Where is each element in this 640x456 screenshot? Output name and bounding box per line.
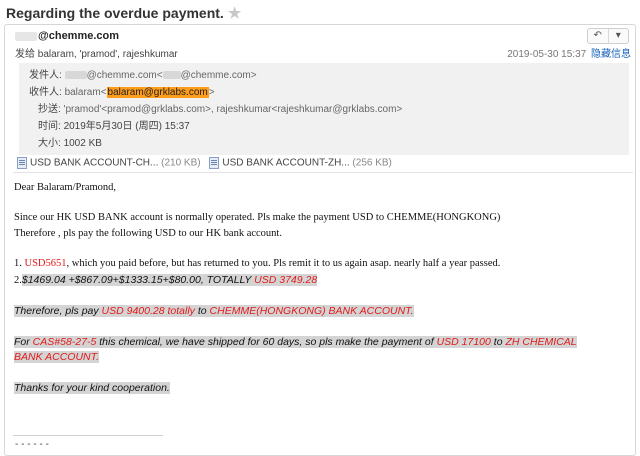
cas-number: CAS#58-27-5	[32, 336, 97, 348]
cc-value[interactable]: 'pramod'<pramod@grklabs.com>, rajeshkuma…	[64, 104, 403, 115]
email-card: @chemme.com ↶ ▾ 发给 balaram, 'pramod', ra…	[4, 24, 636, 456]
thanks-line: Thanks for your kind cooperation.	[14, 382, 170, 394]
cas-line: For CAS#58-27-5 this chemical, we have s…	[14, 336, 577, 348]
sender: @chemme.com	[15, 30, 119, 42]
signature-dots: - - - - - -	[15, 439, 49, 450]
redacted-name	[64, 71, 87, 80]
attachment-size: (256 KB)	[352, 157, 392, 169]
time-row: 时间: 2019年5月30日 (周四) 15:37	[38, 117, 190, 132]
attachment-size: (210 KB)	[161, 157, 201, 169]
document-icon	[17, 157, 27, 169]
bank-account: CHEMME(HONGKONG) BANK ACCOUNT.	[209, 305, 414, 317]
cc-row: 抄送: 'pramod'<pramod@grklabs.com>, rajesh…	[38, 100, 402, 115]
text-segment: to	[490, 336, 506, 348]
from-value-b[interactable]: @chemme.com>	[181, 70, 257, 81]
to-label: 收件人:	[29, 87, 62, 98]
list-item: 1. USD5651, which you paid before, but h…	[14, 258, 500, 269]
item-text: , which you paid before, but has returne…	[66, 258, 501, 269]
cc-label: 抄送:	[38, 104, 61, 115]
from-label: 发件人:	[29, 70, 62, 81]
item-calculation: $1469.04 +$867.09+$1333.15+$80.00, TOTAL…	[21, 274, 255, 286]
to-email[interactable]: balaram@grklabs.com	[106, 87, 209, 98]
size-value: 1002 KB	[63, 138, 102, 149]
cas-account: ZH CHEMICAL	[505, 336, 577, 348]
item-total: USD 3749.28	[254, 274, 318, 286]
subject-bar: Regarding the overdue payment. ★	[0, 0, 640, 24]
redacted-name	[15, 31, 37, 41]
header-details: 发件人: @chemme.com< @chemme.com> 收件人: balar…	[19, 63, 629, 155]
to-name: balaram<	[64, 87, 107, 98]
divider	[13, 172, 633, 173]
text-segment: to	[194, 305, 210, 317]
paragraph-line: Therefore , pls pay the following USD to…	[14, 228, 282, 239]
signature-divider	[13, 435, 163, 436]
item-text: $1469.04 +$867.09+$1333.15+$80.00, TOTAL…	[21, 274, 318, 286]
hide-info-link[interactable]: 隐藏信息	[591, 49, 631, 60]
payment-instruction: Therefore, pls pay USD 9400.28 totally t…	[14, 305, 414, 317]
from-value-a[interactable]: @chemme.com<	[87, 70, 163, 81]
star-icon[interactable]: ★	[228, 4, 241, 22]
greeting: Dear Balaram/Pramond,	[14, 182, 117, 193]
attachment-2[interactable]: USD BANK ACCOUNT-ZH... (256 KB)	[209, 157, 392, 169]
to-row: 收件人: balaram<balaram@grklabs.com>	[29, 83, 215, 98]
to-end: >	[208, 87, 215, 98]
time-label: 时间:	[38, 121, 61, 132]
cas-account-continued: BANK ACCOUNT.	[14, 351, 99, 363]
size-row: 大小: 1002 KB	[38, 134, 102, 149]
reply-icon[interactable]: ↶	[588, 29, 609, 43]
attachment-name[interactable]: USD BANK ACCOUNT-CH...	[30, 158, 158, 169]
text-segment: this chemical, we have shipped for 60 da…	[96, 336, 437, 348]
email-subject: Regarding the overdue payment. ★	[6, 4, 241, 22]
item-number: 1.	[14, 258, 25, 269]
list-item: 2.$1469.04 +$867.09+$1333.15+$80.00, TOT…	[14, 274, 318, 286]
size-label: 大小:	[38, 138, 61, 149]
attachment-name[interactable]: USD BANK ACCOUNT-ZH...	[222, 158, 349, 169]
attachment-1[interactable]: USD BANK ACCOUNT-CH... (210 KB)	[17, 157, 201, 169]
subject-text: Regarding the overdue payment.	[6, 5, 224, 21]
time-value: 2019年5月30日 (周四) 15:37	[63, 121, 190, 132]
reply-controls: ↶ ▾	[587, 28, 629, 44]
redacted-name	[162, 71, 181, 80]
item-amount: USD5651	[24, 258, 67, 269]
date-info: 2019-05-30 15:37 隐藏信息	[507, 45, 631, 60]
chevron-down-icon[interactable]: ▾	[609, 29, 629, 43]
item-number: 2.	[14, 275, 22, 286]
text-segment: For	[14, 336, 33, 348]
sent-date: 2019-05-30 15:37	[507, 49, 587, 60]
recipients-summary: 发给 balaram, 'pramod', rajeshkumar	[15, 49, 178, 60]
text-segment: Therefore, pls pay	[14, 305, 102, 317]
total-amount: USD 9400.28 totally	[101, 305, 195, 317]
from-row: 发件人: @chemme.com< @chemme.com>	[29, 66, 257, 81]
paragraph-line: Since our HK USD BANK account is normall…	[14, 212, 501, 223]
cas-amount: USD 17100	[436, 336, 491, 348]
sender-email[interactable]: @chemme.com	[38, 30, 119, 42]
document-icon	[209, 157, 220, 169]
attachments: USD BANK ACCOUNT-CH... (210 KB) USD BANK…	[17, 157, 398, 169]
